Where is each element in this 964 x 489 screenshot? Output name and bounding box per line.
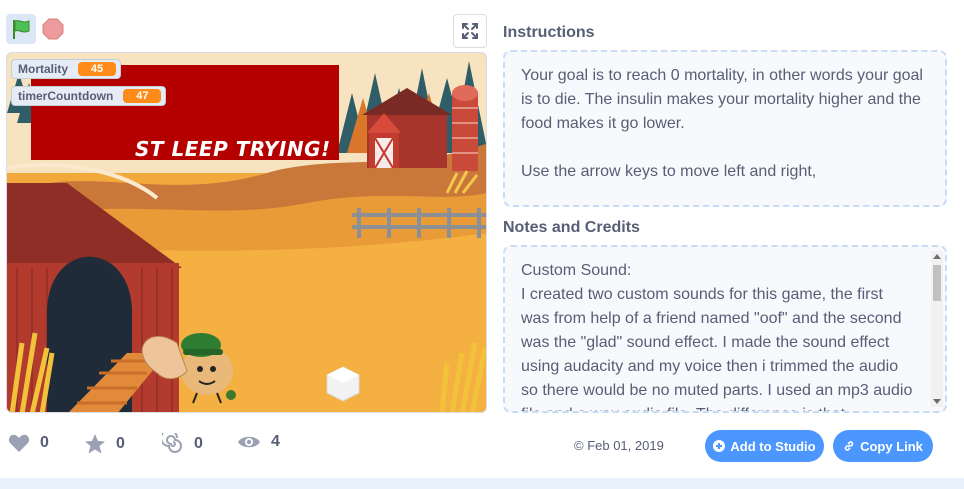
variable-monitor-mortality[interactable]: Mortality 45 <box>11 59 122 79</box>
remix-stat: 0 <box>162 433 203 455</box>
variable-monitor-timer-countdown[interactable]: timerCountdown 47 <box>11 86 167 106</box>
project-page: ST LEEP TRYING! Mortality 45 timerCountd… <box>0 0 964 478</box>
scroll-down-arrow-icon[interactable] <box>933 399 941 404</box>
green-flag-button[interactable] <box>6 14 36 44</box>
heart-icon <box>8 434 30 452</box>
fullscreen-button[interactable] <box>453 14 487 48</box>
remix-count: 0 <box>194 435 203 452</box>
love-count: 0 <box>40 434 49 451</box>
green-flag-icon <box>13 20 30 39</box>
favorite-stat[interactable]: 0 <box>84 433 125 455</box>
stop-sign-icon <box>42 18 64 40</box>
view-stat: 4 <box>237 433 280 451</box>
copy-link-label: Copy Link <box>860 438 923 454</box>
fullscreen-icon <box>462 23 478 39</box>
monitor-label: Mortality <box>18 62 69 76</box>
star-icon <box>85 434 105 454</box>
farm-backdrop <box>7 53 486 412</box>
instructions-text-area[interactable]: Your goal is to reach 0 mortality, in ot… <box>503 50 947 207</box>
remix-swirl-icon <box>162 433 182 453</box>
plus-icon <box>713 440 726 452</box>
love-stat[interactable]: 0 <box>8 433 49 453</box>
notes-text-area[interactable]: Custom Sound: I created two custom sound… <box>503 245 947 413</box>
instructions-title: Instructions <box>503 24 595 41</box>
add-to-studio-label: Add to Studio <box>730 438 816 454</box>
instructions-text: Your goal is to reach 0 mortality, in ot… <box>521 67 923 180</box>
view-count: 4 <box>271 433 280 450</box>
copy-link-button[interactable]: Copy Link <box>833 430 933 462</box>
stop-button[interactable] <box>40 16 66 42</box>
scroll-up-arrow-icon[interactable] <box>933 254 941 259</box>
footer-band <box>0 478 964 489</box>
monitor-label: timerCountdown <box>18 89 114 103</box>
share-date: © Feb 01, 2019 <box>574 438 664 453</box>
scroll-thumb[interactable] <box>933 265 941 301</box>
monitor-value: 45 <box>78 62 117 76</box>
notes-title: Notes and Credits <box>503 219 640 236</box>
favorite-count: 0 <box>116 435 125 452</box>
monitor-value: 47 <box>123 89 162 103</box>
add-to-studio-button[interactable]: Add to Studio <box>705 430 824 462</box>
notes-text: Custom Sound: I created two custom sound… <box>521 262 913 411</box>
stage-banner-text: ST LEEP TRYING! <box>135 137 331 161</box>
eye-icon <box>238 436 260 448</box>
notes-scrollbar[interactable] <box>931 251 943 407</box>
project-stage[interactable]: ST LEEP TRYING! Mortality 45 timerCountd… <box>6 52 487 413</box>
link-icon <box>844 441 854 451</box>
